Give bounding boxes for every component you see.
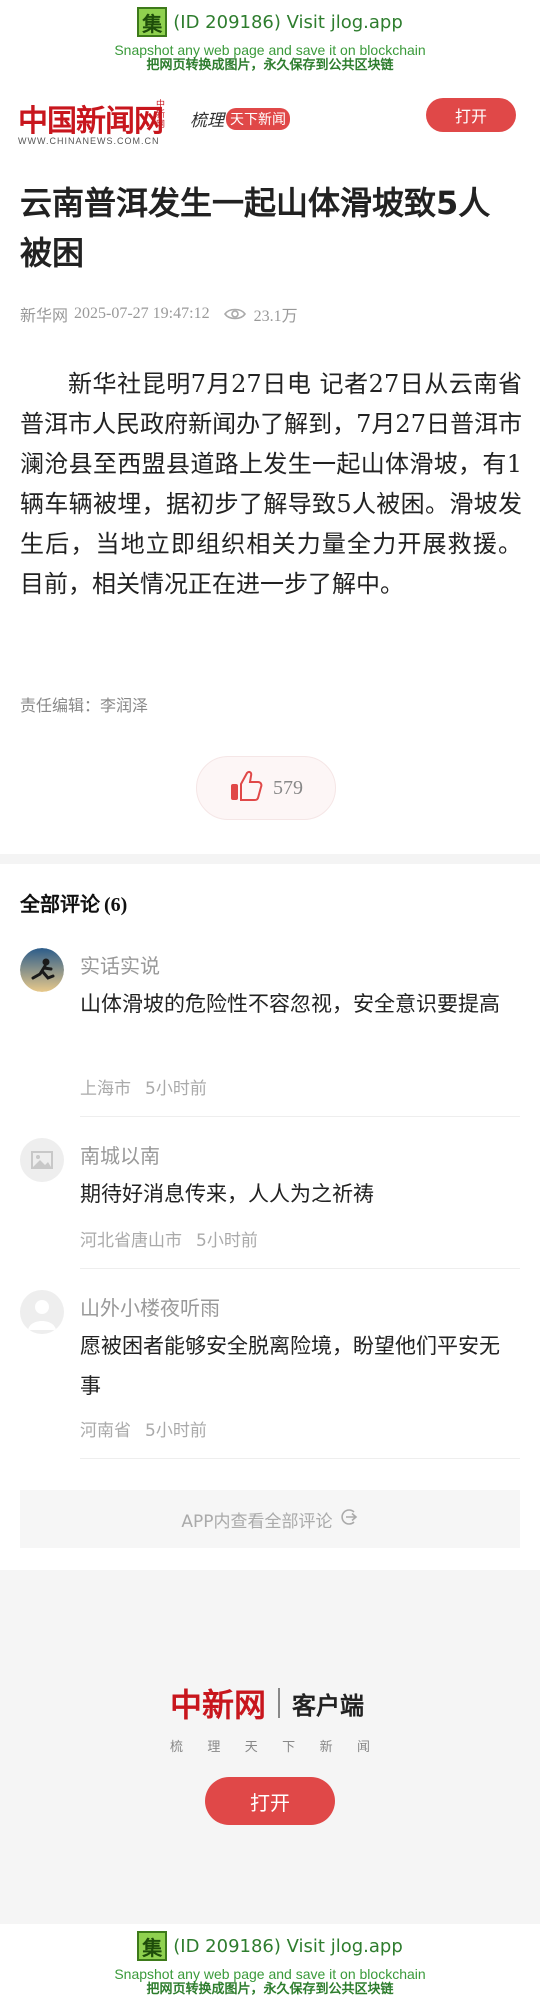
view-all-comments-label: APP内查看全部评论 bbox=[181, 1511, 333, 1532]
comment-separator bbox=[80, 1268, 520, 1269]
app-promo: 中新网 客户端 梳 理 天 下 新 闻 打开 bbox=[0, 1570, 540, 1924]
comment-meta: 上海市 5小时前 bbox=[80, 1074, 207, 1099]
comment-meta: 河南省 5小时前 bbox=[80, 1416, 207, 1441]
jlog-logo-icon: 集 bbox=[137, 7, 168, 37]
article-body: 新华社昆明7月27日电 记者27日从云南省普洱市人民政府新闻办了解到，7月27日… bbox=[20, 370, 522, 598]
site-logo[interactable]: 中国新闻网 bbox=[18, 96, 164, 140]
promo-tagline-char: 理 bbox=[207, 1740, 221, 1755]
comment-time: 5小时前 bbox=[196, 1231, 258, 1251]
comment-item: 山外小楼夜听雨 愿被困者能够安全脱离险境，盼望他们平安无事 河南省 5小时前 bbox=[20, 1290, 520, 1460]
site-logo-side: 中新网 bbox=[156, 100, 166, 130]
article-meta: 新华网 2025-07-27 19:47:12 23.1万 bbox=[20, 302, 298, 326]
promo-tagline-char: 天 bbox=[244, 1740, 258, 1755]
article-views: 23.1万 bbox=[253, 308, 298, 325]
comment-time: 5小时前 bbox=[145, 1079, 207, 1099]
promo-tagline-char: 下 bbox=[282, 1740, 296, 1755]
jlog-title[interactable]: (ID 209186) Visit jlog.app bbox=[173, 12, 403, 33]
comment-text: 期待好消息传来，人人为之祈祷 bbox=[80, 1182, 374, 1206]
eye-icon bbox=[223, 307, 246, 321]
comment-item: 实话实说 山体滑坡的危险性不容忽视，安全意识要提高 上海市 5小时前 bbox=[20, 948, 520, 1117]
jlog-logo-icon: 集 bbox=[137, 1931, 168, 1961]
comment-location: 上海市 bbox=[80, 1079, 131, 1099]
promo-tagline: 梳 理 天 下 新 闻 bbox=[170, 1736, 370, 1755]
avatar[interactable] bbox=[20, 1290, 64, 1334]
view-all-comments-button[interactable]: APP内查看全部评论 bbox=[20, 1490, 520, 1548]
jlog-tagline-en: Snapshot any web page and save it on blo… bbox=[114, 42, 426, 58]
promo-tagline-char: 闻 bbox=[356, 1740, 370, 1755]
open-app-button-bottom[interactable]: 打开 bbox=[205, 1777, 335, 1825]
comments-heading-label: 全部评论 bbox=[20, 892, 100, 916]
comments-count: (6) bbox=[104, 894, 128, 916]
article-editor: 责任编辑：李润泽 bbox=[20, 696, 149, 715]
comment-text: 愿被困者能够安全脱离险境，盼望他们平安无事 bbox=[80, 1334, 500, 1398]
arrow-circle-icon bbox=[339, 1507, 359, 1532]
comment-separator bbox=[80, 1458, 520, 1459]
promo-brand: 中新网 bbox=[170, 1686, 267, 1724]
comment-author: 实话实说 bbox=[80, 954, 160, 978]
comments-heading: 全部评论 (6) bbox=[20, 888, 127, 917]
promo-tagline-char: 新 bbox=[319, 1740, 333, 1755]
jlog-banner-top[interactable]: 集 (ID 209186) Visit jlog.app Snapshot an… bbox=[0, 0, 540, 88]
promo-divider bbox=[278, 1688, 281, 1718]
jlog-tagline-en: Snapshot any web page and save it on blo… bbox=[114, 1966, 426, 1982]
comment-item: 南城以南 期待好消息传来，人人为之祈祷 河北省唐山市 5小时前 bbox=[20, 1138, 520, 1269]
comment-text: 山体滑坡的危险性不容忽视，安全意识要提高 bbox=[80, 992, 500, 1016]
section-divider bbox=[0, 854, 540, 864]
like-button[interactable]: 579 bbox=[196, 756, 336, 820]
promo-logo: 中新网 客户端 bbox=[170, 1680, 364, 1726]
slogan-part-b: 天下新闻 bbox=[226, 107, 290, 130]
jlog-title[interactable]: (ID 209186) Visit jlog.app bbox=[173, 1936, 403, 1957]
comment-author: 南城以南 bbox=[80, 1144, 160, 1168]
comment-separator bbox=[80, 1116, 520, 1117]
thumbs-up-icon bbox=[229, 770, 263, 806]
avatar[interactable] bbox=[20, 1138, 64, 1182]
jlog-banner-bottom[interactable]: 集 (ID 209186) Visit jlog.app Snapshot an… bbox=[0, 1924, 540, 2007]
avatar[interactable] bbox=[20, 948, 64, 992]
comment-location: 河北省唐山市 bbox=[80, 1231, 182, 1251]
site-slogan: 梳理 天下新闻 bbox=[190, 106, 290, 131]
site-header: 中国新闻网 中新网 WWW.CHINANEWS.COM.CN 梳理 天下新闻 打… bbox=[0, 92, 540, 152]
like-count: 579 bbox=[273, 776, 303, 799]
comment-meta: 河北省唐山市 5小时前 bbox=[80, 1226, 258, 1251]
comment-location: 河南省 bbox=[80, 1421, 131, 1441]
promo-tagline-char: 梳 bbox=[170, 1740, 184, 1755]
promo-client-label: 客户端 bbox=[292, 1691, 365, 1720]
article-datetime: 2025-07-27 19:47:12 bbox=[74, 305, 210, 322]
jlog-tagline-zh: 把网页转换成图片，永久保存到公共区块链 bbox=[146, 58, 394, 73]
slogan-part-a: 梳理 bbox=[190, 111, 224, 131]
article-title: 云南普洱发生一起山体滑坡致5人被困 bbox=[20, 184, 491, 272]
comment-time: 5小时前 bbox=[145, 1421, 207, 1441]
open-app-button[interactable]: 打开 bbox=[426, 98, 516, 132]
comment-author: 山外小楼夜听雨 bbox=[80, 1296, 220, 1320]
jlog-tagline-zh: 把网页转换成图片，永久保存到公共区块链 bbox=[146, 1982, 394, 1997]
article-source: 新华网 bbox=[20, 308, 69, 325]
site-url: WWW.CHINANEWS.COM.CN bbox=[18, 136, 160, 146]
